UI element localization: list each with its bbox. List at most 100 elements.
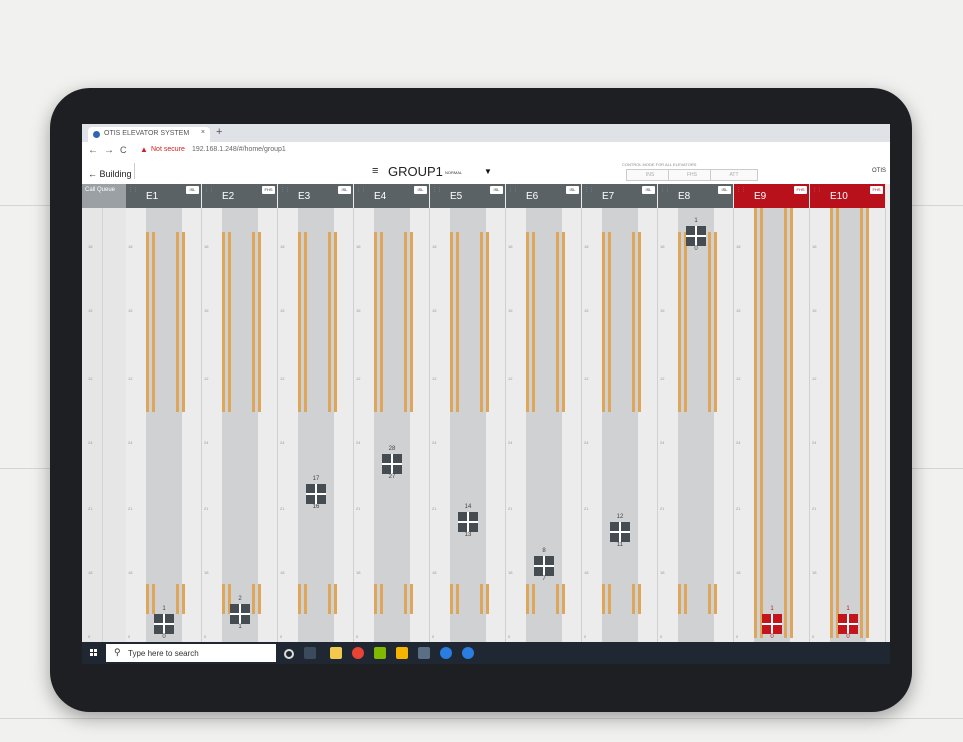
elevator-car-icon[interactable]: [230, 604, 250, 624]
floor-label: 24: [280, 440, 285, 445]
elevator-car-icon[interactable]: [382, 454, 402, 474]
drag-handle-icon[interactable]: ⋮⋮: [812, 188, 822, 204]
car-floor-below: 0: [770, 634, 774, 640]
new-tab-button[interactable]: +: [216, 126, 222, 138]
elevator-car-icon[interactable]: [838, 614, 858, 634]
floor-label: 18: [204, 570, 209, 575]
modes-caption: CONTROL MODE FOR ALL ELEVATORS: [622, 162, 697, 167]
menu-icon[interactable]: ≡: [372, 165, 378, 177]
floor-label: 18: [736, 244, 741, 249]
forward-arrow-icon[interactable]: →: [104, 145, 114, 156]
drag-handle-icon[interactable]: ⋮⋮: [356, 188, 366, 204]
close-tab-icon[interactable]: ×: [201, 129, 205, 136]
chrome-icon[interactable]: [352, 647, 364, 659]
app-icon[interactable]: [374, 647, 386, 659]
brand-logo: OTIS: [872, 168, 887, 174]
elevator-header[interactable]: ⋮⋮ E3 ISL: [278, 184, 353, 208]
windows-start-icon[interactable]: [90, 649, 98, 657]
floor-label: 18: [128, 570, 133, 575]
drag-handle-icon[interactable]: ⋮⋮: [432, 188, 442, 204]
mode-button-ins[interactable]: INS: [626, 169, 674, 181]
floor-label: 12: [128, 376, 133, 381]
elevator-header[interactable]: ⋮⋮ E2 FHS: [202, 184, 277, 208]
elevator-header[interactable]: ⋮⋮ E10 FHS: [810, 184, 885, 208]
back-to-building-button[interactable]: ← Building: [84, 163, 135, 179]
drag-handle-icon[interactable]: ⋮⋮: [204, 188, 214, 204]
shaft-rail: [556, 232, 559, 412]
elevator-mode-badge: ISL: [566, 186, 579, 194]
elevator-car-icon[interactable]: [458, 512, 478, 532]
floor-label: 18: [356, 570, 361, 575]
cortana-icon[interactable]: [284, 649, 294, 659]
security-label[interactable]: Not secure: [151, 146, 185, 153]
mode-button-att[interactable]: ATT: [710, 169, 758, 181]
elevator-column-e7: ⋮⋮ E7 ISL 18 15 12 24 21 18 0 12 11: [582, 184, 658, 642]
car-floor-below: 0: [846, 634, 850, 640]
drag-handle-icon[interactable]: ⋮⋮: [660, 188, 670, 204]
drag-handle-icon[interactable]: ⋮⋮: [280, 188, 290, 204]
mode-button-fhs[interactable]: FHS: [668, 169, 716, 181]
floor-label: 0: [584, 634, 587, 639]
task-view-icon[interactable]: [304, 647, 316, 659]
car-floor-below: 0: [162, 634, 166, 640]
shaft-rail: [252, 584, 255, 614]
elevator-car-icon[interactable]: [306, 484, 326, 504]
shaft-rail: [860, 208, 863, 638]
elevator-header[interactable]: ⋮⋮ E8 ISL: [658, 184, 733, 208]
elevator-header[interactable]: ⋮⋮ E9 FHS: [734, 184, 809, 208]
car-floor-above: 12: [616, 514, 624, 520]
elevator-car-icon[interactable]: [534, 556, 554, 576]
floor-label: 12: [356, 376, 361, 381]
floor-label: 18: [356, 244, 361, 249]
floor-label: 18: [584, 244, 589, 249]
elevator-header[interactable]: ⋮⋮ E7 ISL: [582, 184, 657, 208]
browser-tab[interactable]: OTIS ELEVATOR SYSTEM ×: [88, 127, 210, 142]
shaft-rail: [678, 232, 681, 412]
shaft-rail: [760, 208, 763, 638]
drag-handle-icon[interactable]: ⋮⋮: [508, 188, 518, 204]
shaft-rail: [608, 232, 611, 412]
app-icon[interactable]: [396, 647, 408, 659]
elevator-car-icon[interactable]: [154, 614, 174, 634]
app-icon[interactable]: [418, 647, 430, 659]
app-header: ← Building ≡ GROUP1 NORMAL ▼ CONTROL MOD…: [82, 160, 890, 185]
edge-icon[interactable]: [462, 647, 474, 659]
elevator-car-icon[interactable]: [610, 522, 630, 542]
taskbar-search[interactable]: ⚲ Type here to search: [106, 644, 276, 662]
url-field[interactable]: 192.168.1.248/#/home/group1: [192, 146, 286, 153]
file-explorer-icon[interactable]: [330, 647, 342, 659]
shaft-rail: [556, 584, 559, 614]
elevator-name: E2: [222, 191, 235, 202]
floor-label: 15: [280, 308, 285, 313]
drag-handle-icon[interactable]: ⋮⋮: [128, 188, 138, 204]
elevator-header[interactable]: ⋮⋮ E4 ISL: [354, 184, 429, 208]
shaft-rail: [228, 232, 231, 412]
floor-label: 18: [812, 570, 817, 575]
elevator-header[interactable]: ⋮⋮ E1 ISL: [126, 184, 201, 208]
reload-icon[interactable]: C: [120, 145, 127, 155]
favicon-icon: [93, 131, 100, 138]
floor-label: 21: [508, 506, 513, 511]
elevator-car-icon[interactable]: [686, 226, 706, 246]
shaft-rail: [480, 584, 483, 614]
floor-label: 12: [584, 376, 589, 381]
drag-handle-icon[interactable]: ⋮⋮: [736, 188, 746, 204]
floor-label: 24: [356, 440, 361, 445]
elevator-header[interactable]: ⋮⋮ E5 ISL: [430, 184, 505, 208]
drag-handle-icon[interactable]: ⋮⋮: [584, 188, 594, 204]
floor-label: 0: [280, 634, 283, 639]
floor-label: 15: [356, 308, 361, 313]
elevator-header[interactable]: ⋮⋮ E6 ISL: [506, 184, 581, 208]
mode-dropdown-icon[interactable]: ▼: [484, 167, 492, 176]
shaft-rail: [678, 584, 681, 614]
shaft-rail: [450, 584, 453, 614]
shaft-rail: [252, 232, 255, 412]
shaft-rail: [784, 208, 787, 638]
elevator-car-icon[interactable]: [762, 614, 782, 634]
floor-label: 0: [128, 634, 131, 639]
edge-icon[interactable]: [440, 647, 452, 659]
floor-label: 0: [204, 634, 207, 639]
back-arrow-icon[interactable]: ←: [88, 145, 98, 156]
floor-label: 12: [736, 376, 741, 381]
elevator-mode-badge: ISL: [642, 186, 655, 194]
